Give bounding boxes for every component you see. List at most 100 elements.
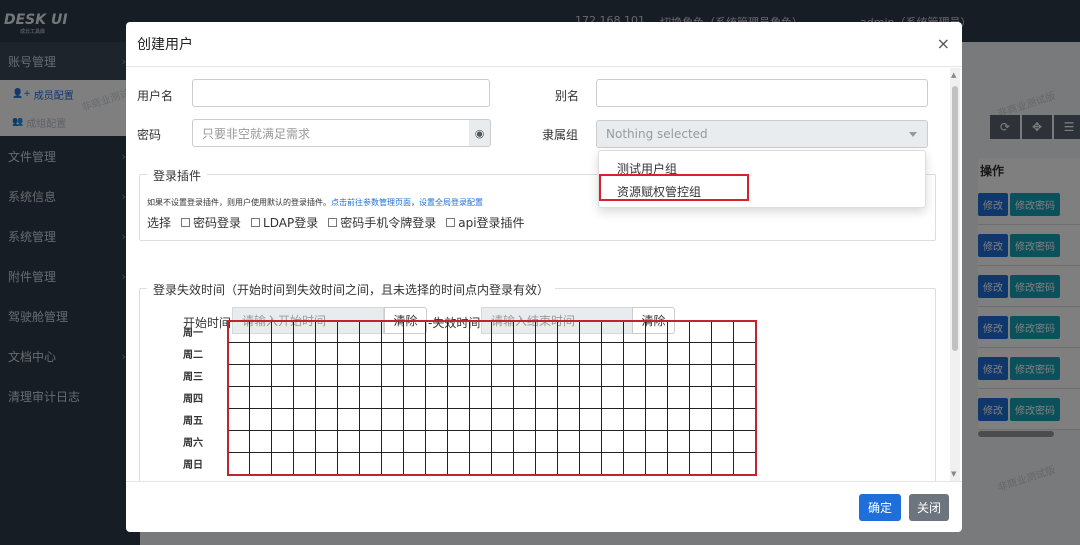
time-slot-cell[interactable] [711, 430, 734, 453]
time-slot-cell[interactable] [623, 452, 646, 475]
time-slot-cell[interactable] [337, 342, 360, 365]
close-icon[interactable]: × [937, 34, 950, 53]
time-slot-cell[interactable] [689, 320, 712, 343]
time-slot-cell[interactable] [359, 408, 382, 431]
plugin-checkbox-ldap[interactable]: LDAP登录 [251, 214, 318, 231]
time-slot-cell[interactable] [689, 386, 712, 409]
time-slot-cell[interactable] [535, 320, 558, 343]
time-slot-cell[interactable] [667, 430, 690, 453]
time-slot-cell[interactable] [689, 408, 712, 431]
time-slot-cell[interactable] [491, 452, 514, 475]
password-input[interactable]: 只要非空就满足需求 [192, 119, 470, 147]
time-slot-cell[interactable] [337, 452, 360, 475]
time-slot-cell[interactable] [425, 430, 448, 453]
time-slot-cell[interactable] [623, 364, 646, 387]
time-slot-cell[interactable] [689, 364, 712, 387]
time-slot-cell[interactable] [403, 342, 426, 365]
time-slot-cell[interactable] [513, 364, 536, 387]
time-slot-cell[interactable] [447, 364, 470, 387]
time-slot-cell[interactable] [469, 320, 492, 343]
param-page-link[interactable]: 点击前往参数管理页面 [331, 198, 411, 207]
confirm-button[interactable]: 确定 [859, 494, 901, 521]
time-slot-cell[interactable] [491, 408, 514, 431]
time-slot-cell[interactable] [293, 430, 316, 453]
time-slot-cell[interactable] [579, 342, 602, 365]
time-slot-cell[interactable] [579, 364, 602, 387]
plugin-checkbox-token[interactable]: 密码手机令牌登录 [328, 214, 436, 231]
time-slot-cell[interactable] [447, 320, 470, 343]
time-slot-cell[interactable] [513, 386, 536, 409]
scroll-up-icon[interactable]: ▲ [951, 71, 956, 79]
checkbox-icon[interactable] [251, 218, 261, 227]
time-slot-cell[interactable] [623, 408, 646, 431]
time-slot-cell[interactable] [315, 386, 338, 409]
time-slot-cell[interactable] [249, 342, 272, 365]
time-slot-cell[interactable] [293, 364, 316, 387]
close-button[interactable]: 关闭 [909, 494, 949, 521]
time-slot-cell[interactable] [601, 430, 624, 453]
time-slot-cell[interactable] [447, 342, 470, 365]
time-slot-cell[interactable] [315, 408, 338, 431]
time-slot-cell[interactable] [601, 320, 624, 343]
global-login-config-link[interactable]: 设置全局登录配置 [419, 198, 483, 207]
time-slot-cell[interactable] [447, 408, 470, 431]
time-slot-cell[interactable] [711, 342, 734, 365]
time-slot-cell[interactable] [381, 452, 404, 475]
time-slot-cell[interactable] [667, 364, 690, 387]
time-slot-cell[interactable] [227, 364, 250, 387]
time-slot-cell[interactable] [535, 408, 558, 431]
eye-icon[interactable]: ◉ [469, 119, 491, 147]
time-slot-cell[interactable] [403, 386, 426, 409]
time-slot-cell[interactable] [403, 364, 426, 387]
time-slot-cell[interactable] [227, 430, 250, 453]
time-slot-cell[interactable] [381, 386, 404, 409]
checkbox-icon[interactable] [181, 218, 191, 227]
time-slot-cell[interactable] [711, 320, 734, 343]
time-slot-cell[interactable] [645, 408, 668, 431]
time-slot-cell[interactable] [381, 342, 404, 365]
time-slot-cell[interactable] [513, 430, 536, 453]
time-slot-cell[interactable] [381, 320, 404, 343]
time-slot-cell[interactable] [249, 386, 272, 409]
time-slot-cell[interactable] [601, 364, 624, 387]
time-slot-cell[interactable] [557, 408, 580, 431]
time-slot-cell[interactable] [315, 452, 338, 475]
time-slot-cell[interactable] [491, 430, 514, 453]
time-slot-cell[interactable] [227, 408, 250, 431]
time-slot-cell[interactable] [711, 364, 734, 387]
time-slot-cell[interactable] [667, 342, 690, 365]
time-slot-cell[interactable] [689, 452, 712, 475]
time-slot-cell[interactable] [359, 452, 382, 475]
time-slot-cell[interactable] [315, 364, 338, 387]
time-slot-cell[interactable] [733, 408, 756, 431]
time-slot-cell[interactable] [249, 430, 272, 453]
time-slot-cell[interactable] [337, 320, 360, 343]
time-slot-cell[interactable] [425, 320, 448, 343]
time-slot-cell[interactable] [293, 386, 316, 409]
time-slot-cell[interactable] [359, 320, 382, 343]
time-slot-cell[interactable] [469, 452, 492, 475]
time-slot-cell[interactable] [293, 408, 316, 431]
time-slot-cell[interactable] [381, 408, 404, 431]
time-slot-cell[interactable] [513, 452, 536, 475]
time-slot-cell[interactable] [293, 452, 316, 475]
scroll-down-icon[interactable]: ▼ [951, 470, 956, 478]
time-slot-cell[interactable] [403, 408, 426, 431]
time-slot-cell[interactable] [645, 386, 668, 409]
time-slot-cell[interactable] [249, 364, 272, 387]
group-select[interactable]: Nothing selected [596, 120, 928, 148]
time-slot-cell[interactable] [491, 342, 514, 365]
time-slot-cell[interactable] [359, 342, 382, 365]
time-slot-cell[interactable] [535, 386, 558, 409]
time-slot-cell[interactable] [447, 452, 470, 475]
time-slot-cell[interactable] [249, 408, 272, 431]
time-slot-cell[interactable] [491, 364, 514, 387]
time-slot-cell[interactable] [601, 386, 624, 409]
time-slot-cell[interactable] [557, 452, 580, 475]
time-slot-cell[interactable] [535, 364, 558, 387]
time-slot-cell[interactable] [337, 364, 360, 387]
time-slot-cell[interactable] [667, 408, 690, 431]
time-slot-cell[interactable] [315, 342, 338, 365]
time-slot-cell[interactable] [601, 342, 624, 365]
plugin-checkbox-api[interactable]: api登录插件 [446, 214, 525, 231]
